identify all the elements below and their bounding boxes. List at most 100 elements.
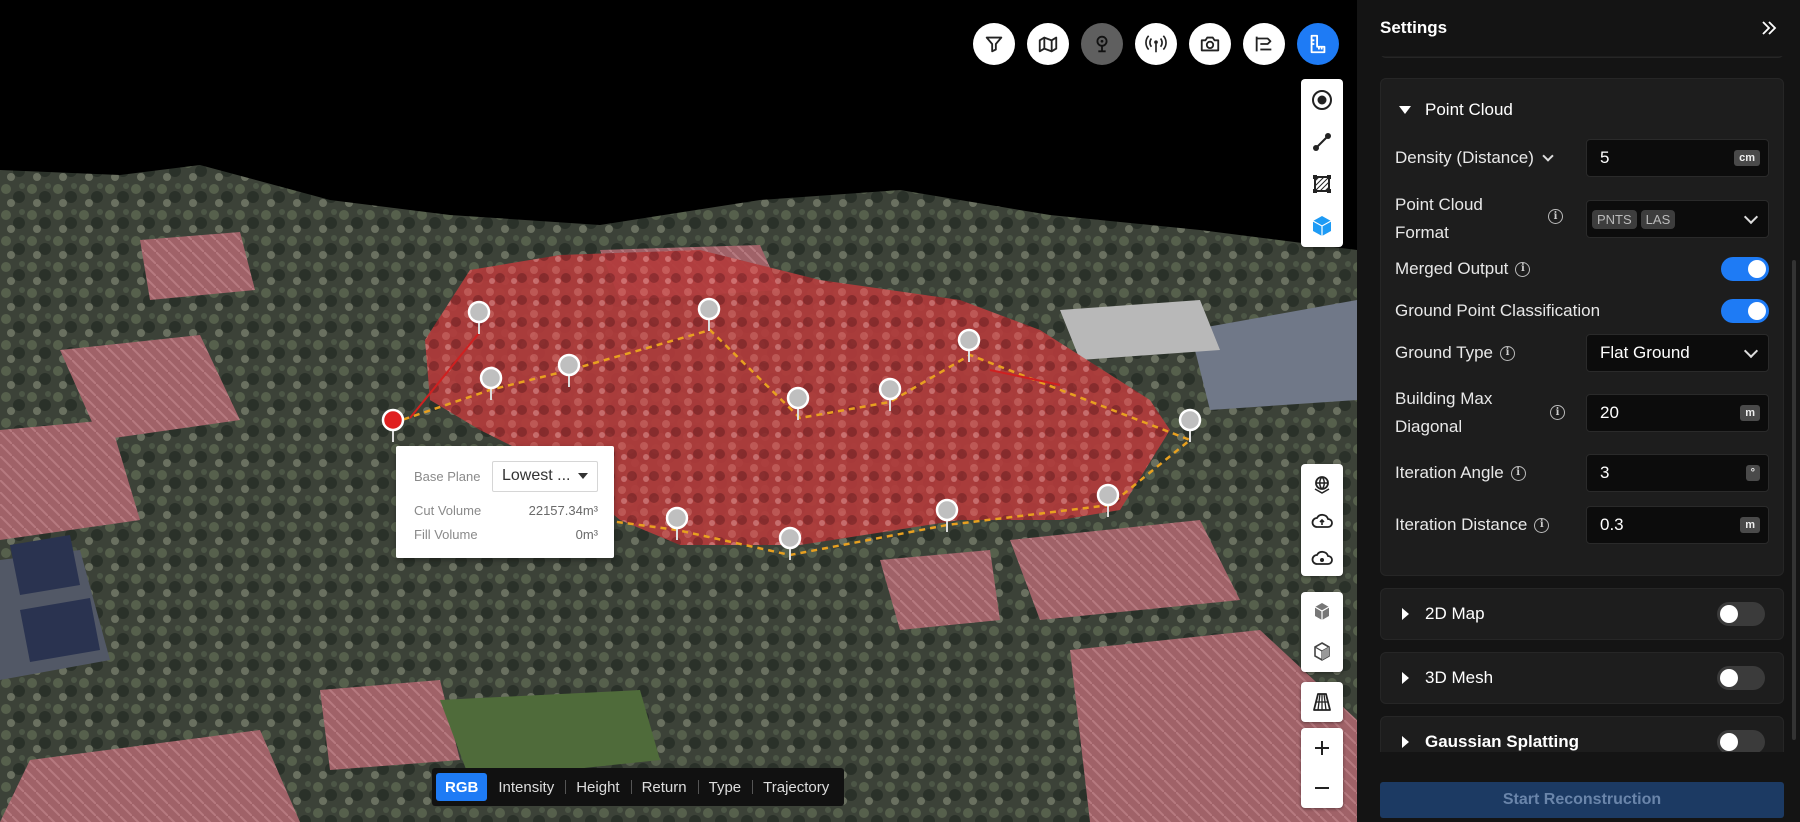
camera-icon — [1200, 36, 1220, 52]
merged-output-label: Merged Output i — [1395, 255, 1531, 283]
collapse-panel-icon[interactable] — [1760, 19, 1778, 37]
vertex-pin[interactable] — [786, 386, 810, 420]
iteration-distance-input[interactable]: 0.3 m — [1586, 506, 1769, 544]
vertex-pin[interactable] — [697, 297, 721, 331]
vertex-pin[interactable] — [935, 498, 959, 532]
density-value: 5 — [1600, 148, 1610, 167]
point-cloud-header[interactable]: Point Cloud — [1381, 79, 1783, 141]
mode-tab-intensity[interactable]: Intensity — [487, 773, 565, 801]
info-icon[interactable]: i — [1499, 345, 1515, 361]
density-label[interactable]: Density (Distance) — [1395, 144, 1556, 172]
mode-tab-rgb[interactable]: RGB — [436, 773, 488, 801]
vertex-pin[interactable] — [957, 328, 981, 362]
mode-tab-trajectory[interactable]: Trajectory — [752, 773, 840, 801]
merged-output-toggle[interactable] — [1721, 257, 1769, 281]
map-layers-button[interactable] — [1027, 23, 1069, 65]
point-cloud-scene[interactable] — [0, 0, 1357, 822]
filter-button[interactable] — [973, 23, 1015, 65]
start-reconstruction-button[interactable]: Start Reconstruction — [1380, 782, 1784, 818]
info-icon[interactable]: i — [1534, 517, 1550, 533]
cube-outline-button[interactable] — [1301, 632, 1343, 672]
toggle-knob — [1720, 733, 1738, 751]
chevron-down-icon — [1542, 149, 1554, 162]
format-chip[interactable]: PNTS — [1592, 209, 1637, 229]
info-icon[interactable]: i — [1510, 465, 1526, 481]
building-label-line1: Building Max — [1395, 389, 1493, 408]
density-row: Density (Distance) 5 cm — [1395, 139, 1769, 177]
zoom-out-button[interactable] — [1301, 768, 1343, 808]
route-button[interactable] — [1243, 23, 1285, 65]
active-vertex-pin[interactable] — [381, 408, 405, 442]
cut-volume-value: 22157.34m³ — [528, 502, 598, 518]
line-measure-button[interactable] — [1301, 121, 1343, 163]
cube-icon — [1314, 603, 1330, 620]
perspective-grid-icon — [1313, 693, 1331, 711]
vertex-pin[interactable] — [778, 526, 802, 560]
mode-tab-return[interactable]: Return — [630, 773, 698, 801]
point-measure-button[interactable] — [1301, 79, 1343, 121]
merged-output-row: Merged Output i — [1395, 254, 1769, 284]
volume-measure-button[interactable] — [1301, 205, 1343, 247]
mode-tab-height[interactable]: Height — [565, 773, 630, 801]
point-cloud-viewport[interactable]: Base Plane Lowest ... Cut Volume 22157.3… — [0, 0, 1357, 822]
vertex-pin[interactable] — [1178, 408, 1202, 442]
ground-classification-toggle[interactable] — [1721, 299, 1769, 323]
location-pin-button[interactable] — [1081, 23, 1123, 65]
cloud-upload-button[interactable] — [1301, 502, 1343, 539]
iteration-distance-unit: m — [1740, 517, 1760, 533]
panel-scroll-area[interactable]: Point Cloud Density (Distance) 5 cm Poin… — [1357, 56, 1800, 752]
map2d-title: 2D Map — [1425, 604, 1485, 623]
iteration-angle-label: Iteration Angle i — [1395, 459, 1526, 487]
density-unit: cm — [1734, 150, 1760, 166]
info-icon[interactable]: i — [1550, 405, 1565, 420]
iteration-angle-input[interactable]: 3 ° — [1586, 454, 1769, 492]
vertex-pin[interactable] — [665, 506, 689, 540]
base-plane-select[interactable]: Lowest ... — [492, 460, 598, 492]
gaussian-header[interactable]: Gaussian Splatting — [1381, 717, 1783, 752]
gaussian-title: Gaussian Splatting — [1425, 732, 1579, 751]
format-chip[interactable]: LAS — [1640, 209, 1676, 229]
camera-button[interactable] — [1189, 23, 1231, 65]
globe-button[interactable] — [1301, 466, 1343, 502]
panel-scrollbar[interactable] — [1792, 260, 1796, 740]
info-icon[interactable]: i — [1515, 261, 1531, 277]
area-measure-button[interactable] — [1301, 163, 1343, 205]
map2d-toggle[interactable] — [1717, 602, 1765, 626]
base-plane-value: Lowest ... — [502, 467, 571, 484]
iteration-angle-unit: ° — [1745, 465, 1760, 481]
location-pin-icon — [1096, 35, 1108, 53]
building-input[interactable]: 20 m — [1586, 394, 1769, 432]
zoom-tools — [1301, 728, 1343, 808]
perspective-grid-button[interactable] — [1301, 682, 1343, 722]
mesh3d-card: 3D Mesh — [1380, 652, 1784, 704]
vertex-pin[interactable] — [557, 353, 581, 387]
vertex-pin[interactable] — [479, 366, 503, 400]
antenna-button[interactable] — [1135, 23, 1177, 65]
ground-type-select[interactable]: Flat Ground — [1586, 334, 1769, 372]
scene-tools — [1301, 464, 1343, 576]
cut-volume-label: Cut Volume — [414, 502, 482, 518]
vertex-pin[interactable] — [878, 377, 902, 411]
iteration-angle-text: Iteration Angle — [1395, 463, 1504, 482]
vertex-pin[interactable] — [467, 300, 491, 334]
cube-button[interactable] — [1301, 592, 1343, 632]
building-value: 20 — [1600, 403, 1619, 422]
vertex-pin[interactable] — [1096, 483, 1120, 517]
mesh3d-header[interactable]: 3D Mesh — [1381, 653, 1783, 703]
density-input[interactable]: 5 cm — [1586, 139, 1769, 177]
map2d-header[interactable]: 2D Map — [1381, 589, 1783, 639]
zoom-in-button[interactable] — [1301, 728, 1343, 768]
antenna-icon — [1145, 35, 1167, 53]
gaussian-toggle[interactable] — [1717, 730, 1765, 752]
info-icon[interactable]: i — [1548, 209, 1563, 224]
zoom-in-icon — [1315, 741, 1329, 755]
ground-classification-label: Ground Point Classification — [1395, 301, 1601, 320]
mesh3d-toggle[interactable] — [1717, 666, 1765, 690]
cloud-settings-button[interactable] — [1301, 539, 1343, 576]
panel-header: Settings — [1357, 0, 1800, 56]
measure-button[interactable] — [1297, 23, 1339, 65]
mode-tab-type[interactable]: Type — [697, 773, 753, 801]
format-select[interactable]: PNTS LAS — [1586, 200, 1769, 238]
fill-volume-label: Fill Volume — [414, 526, 478, 542]
iteration-distance-value: 0.3 — [1600, 515, 1624, 534]
